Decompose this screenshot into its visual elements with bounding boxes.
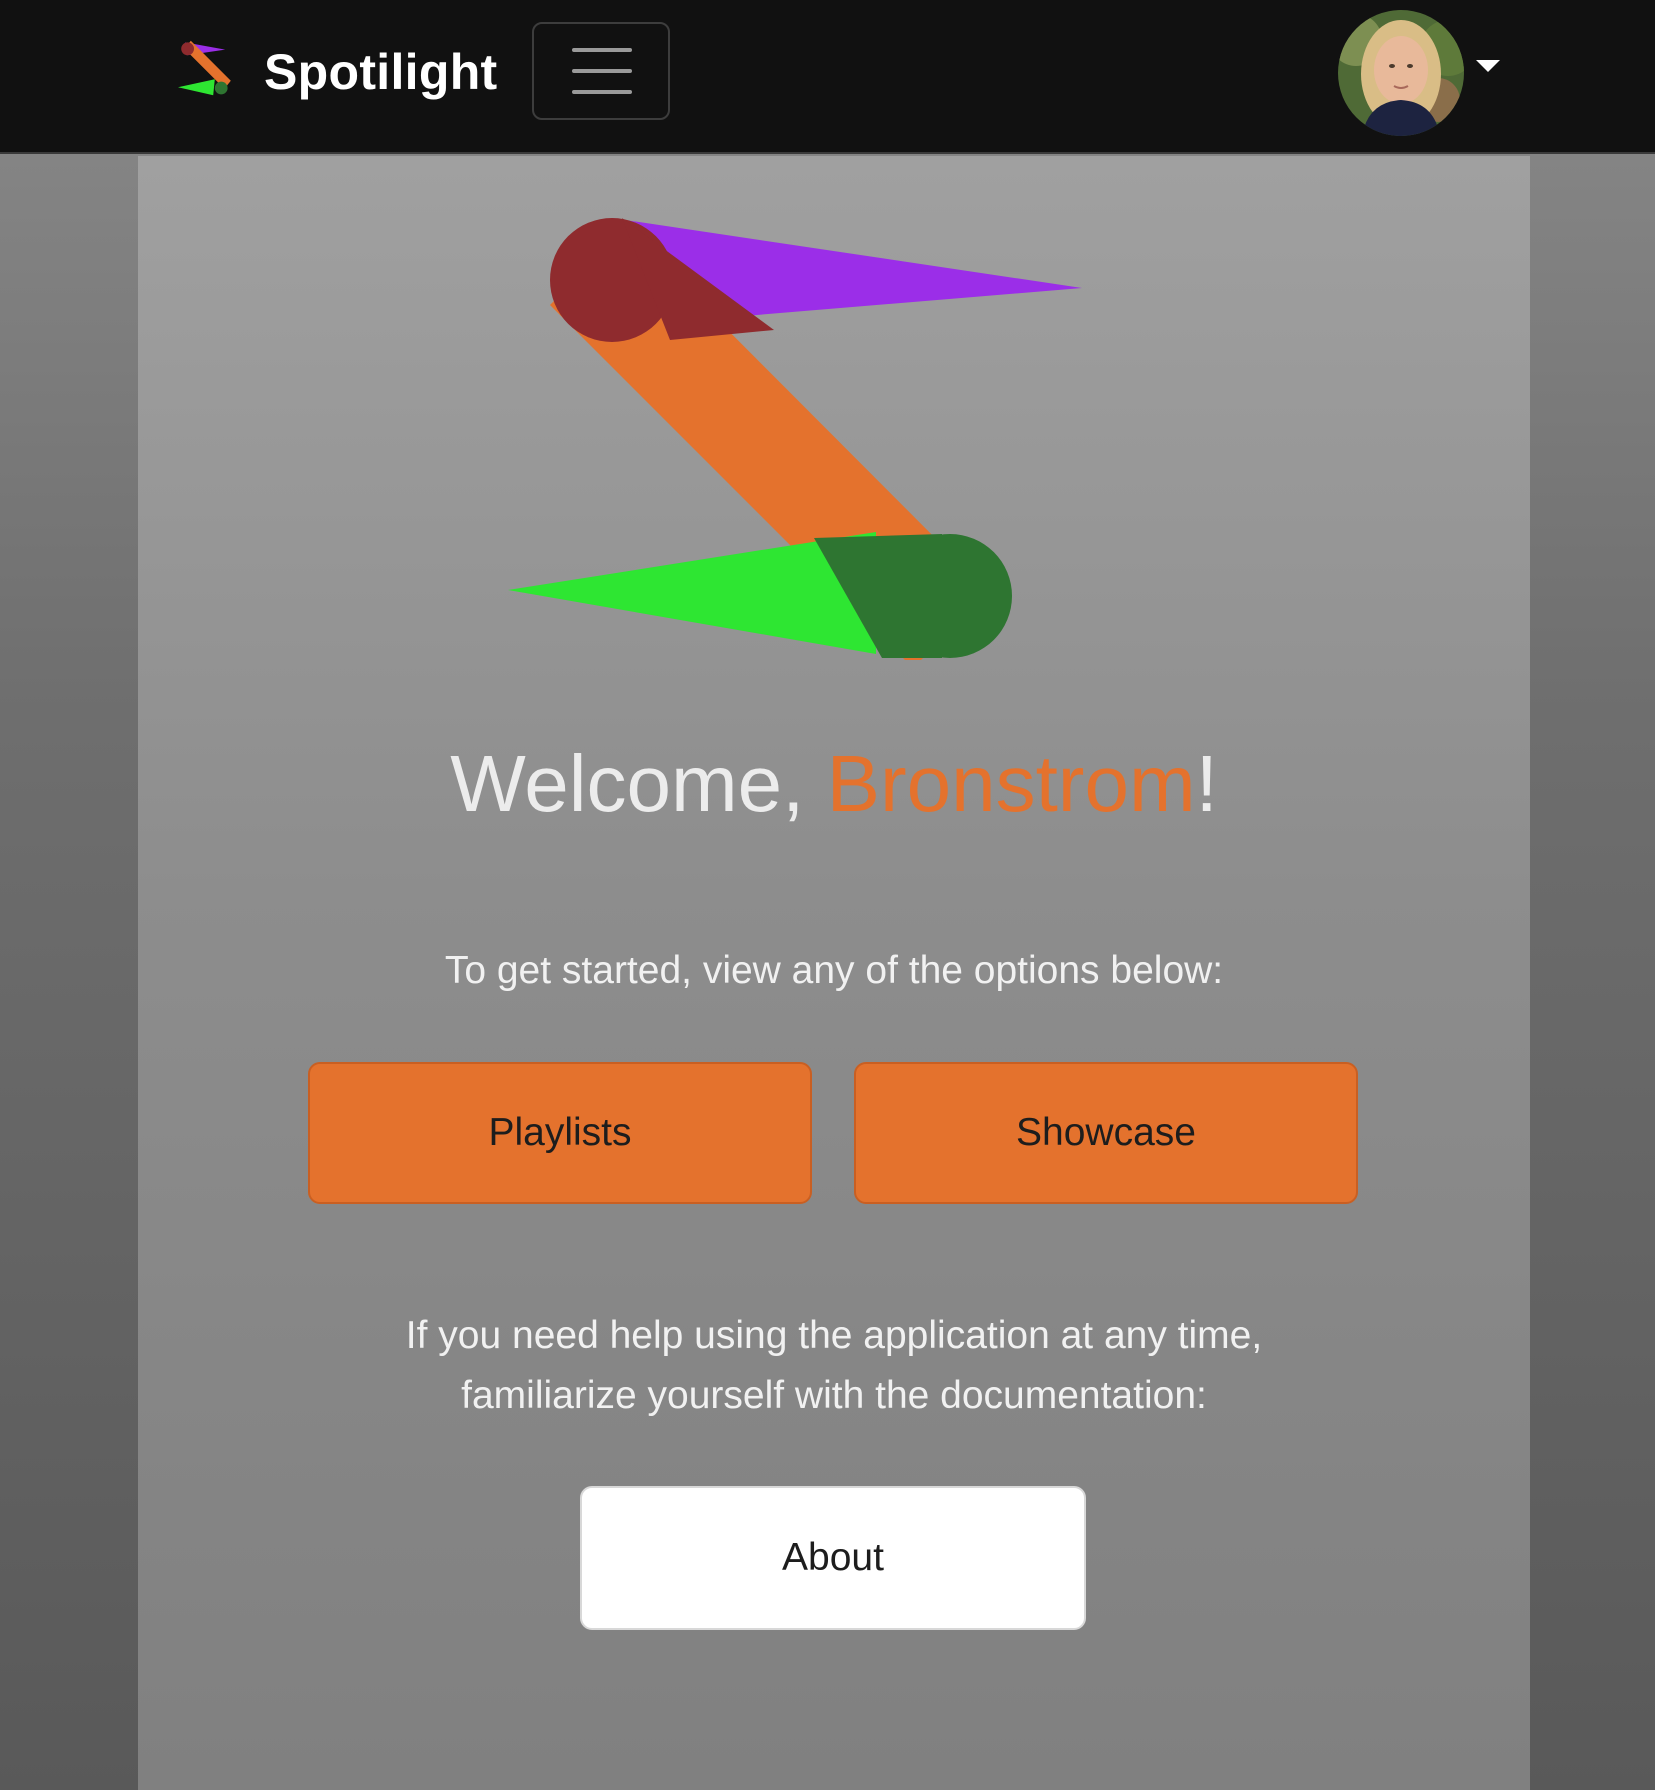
welcome-exclamation: ! bbox=[1195, 739, 1218, 828]
brand-name: Spotilight bbox=[264, 44, 498, 100]
top-navbar: Spotilight bbox=[0, 0, 1655, 154]
help-line-1: If you need help using the application a… bbox=[405, 1314, 1263, 1357]
about-button[interactable]: About bbox=[580, 1486, 1086, 1630]
profile-dropdown[interactable] bbox=[1338, 10, 1500, 136]
help-line-2: familiarize yourself with the documentat… bbox=[461, 1374, 1207, 1417]
spotilight-logo-icon bbox=[178, 40, 231, 96]
showcase-button[interactable]: Showcase bbox=[854, 1062, 1358, 1204]
help-text: If you need help using the application a… bbox=[138, 1306, 1530, 1426]
welcome-username: Bronstrom bbox=[826, 739, 1196, 828]
menu-toggle-button[interactable] bbox=[532, 22, 670, 120]
intro-text: To get started, view any of the options … bbox=[444, 949, 1224, 992]
spotilight-hero-logo bbox=[508, 218, 1082, 660]
welcome-greeting: Welcome, bbox=[450, 739, 827, 828]
hamburger-bar bbox=[572, 69, 632, 73]
welcome-heading: Welcome, Bronstrom! bbox=[138, 736, 1530, 832]
hamburger-bar bbox=[572, 90, 632, 94]
hamburger-menu-icon bbox=[572, 48, 632, 52]
main-content-panel: Welcome, Bronstrom! To get started, view… bbox=[138, 156, 1530, 1790]
brand-link[interactable]: Spotilight bbox=[168, 38, 498, 106]
user-avatar[interactable] bbox=[1338, 10, 1464, 136]
avatar-portrait bbox=[1338, 10, 1464, 136]
caret-down-icon[interactable] bbox=[1476, 60, 1500, 72]
playlists-button[interactable]: Playlists bbox=[308, 1062, 812, 1204]
